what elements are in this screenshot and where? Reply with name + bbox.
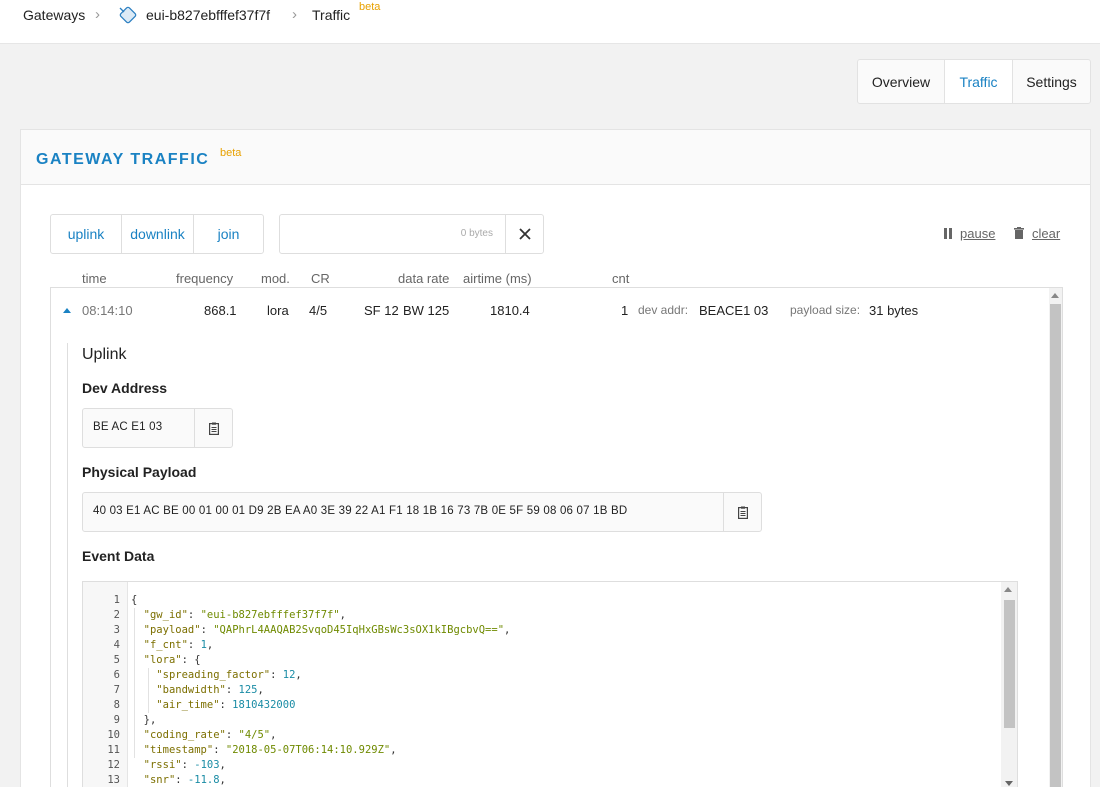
trash-icon[interactable] [1014, 227, 1024, 239]
breadcrumb-gateway-id[interactable]: eui-b827ebfffef37f7f [146, 7, 270, 23]
line-number: 1 [113, 594, 120, 606]
pause-button[interactable]: pause [960, 226, 995, 241]
line-number: 12 [107, 759, 120, 771]
tab-overview[interactable]: Overview [858, 60, 945, 103]
clear-button[interactable]: clear [1032, 226, 1060, 241]
column-header-frequency: frequency [176, 271, 234, 286]
row-cr: 4/5 [309, 303, 328, 318]
clipboard-icon[interactable] [194, 409, 232, 447]
event-data-editor[interactable]: 1 2 3 4 5 6 7 8 9 10 11 12 13 { "gw_id":… [82, 581, 1018, 787]
uplink-details: Uplink Dev Address BE AC E1 03 Physical … [67, 343, 1027, 787]
row-mod: lora [267, 303, 289, 318]
row-cnt: 1 [621, 303, 629, 318]
filter-join[interactable]: join [194, 215, 263, 253]
tab-settings[interactable]: Settings [1013, 60, 1090, 103]
event-data-label: Event Data [82, 548, 155, 564]
panel-title: GATEWAY TRAFFIC [36, 151, 210, 168]
column-header-time: time [82, 271, 107, 286]
line-number: 11 [107, 744, 120, 756]
editor-scrollbar[interactable] [1001, 582, 1017, 787]
panel-header: GATEWAY TRAFFIC beta [21, 130, 1090, 185]
column-header-cr: CR [311, 271, 330, 286]
dev-address-value: BE AC E1 03 [93, 421, 163, 433]
collapse-caret-icon[interactable] [63, 308, 71, 313]
editor-scroll-thumb[interactable] [1004, 600, 1015, 728]
line-number: 6 [113, 669, 120, 681]
filter-input[interactable]: 0 bytes [279, 214, 544, 254]
line-number: 7 [113, 684, 120, 696]
row-bw: BW 125 [403, 303, 450, 318]
table-scrollbar[interactable] [1049, 288, 1062, 787]
line-number: 10 [107, 729, 120, 741]
column-header-mod: mod. [261, 271, 290, 286]
beta-badge: beta [359, 1, 381, 13]
physical-payload-label: Physical Payload [82, 464, 197, 480]
row-dev-addr: BEACE1 03 [699, 303, 769, 318]
line-number: 5 [113, 654, 120, 666]
line-number: 4 [113, 639, 120, 651]
bytes-count: 0 bytes [460, 228, 493, 239]
dev-address-label: Dev Address [82, 380, 168, 396]
breadcrumb: Gateways › eui-b827ebfffef37f7f › Traffi… [0, 0, 1100, 44]
breadcrumb-traffic: Traffic [312, 7, 351, 23]
physical-payload-value: 40 03 E1 AC BE 00 01 00 01 D9 2B EA A0 3… [93, 505, 628, 517]
code-line: }, [143, 714, 157, 726]
column-header-airtime: airtime (ms) [463, 271, 532, 286]
code-line: "spreading_factor": 12, [156, 669, 302, 681]
physical-payload-field[interactable]: 40 03 E1 AC BE 00 01 00 01 D9 2B EA A0 3… [82, 492, 762, 532]
message-type-filter: uplink downlink join [50, 214, 264, 254]
clipboard-icon[interactable] [723, 493, 761, 531]
code-line: "payload": "QAPhrL4AAQAB2SvqoD45IqHxGBsW… [143, 624, 511, 636]
chevron-right-icon: › [292, 6, 297, 23]
filter-uplink[interactable]: uplink [51, 215, 122, 253]
gateway-icon [119, 6, 137, 24]
row-frequency: 868.1 [204, 303, 237, 318]
code-line: "bandwidth": 125, [156, 684, 264, 696]
beta-badge: beta [220, 147, 242, 159]
code-line: "air_time": 1810432000 [156, 699, 296, 711]
line-number: 3 [113, 624, 120, 636]
row-time: 08:14:10 [82, 303, 133, 318]
line-number: 13 [107, 774, 120, 786]
row-dev-addr-label: dev addr: [638, 303, 689, 317]
line-number-gutter: 1 2 3 4 5 6 7 8 9 10 11 12 13 [83, 582, 128, 787]
table-scroll-thumb[interactable] [1050, 304, 1061, 787]
code-line: "snr": -11.8, [143, 774, 226, 786]
code-line: "gw_id": "eui-b827ebfffef37f7f", [143, 609, 346, 621]
row-payload-size: 31 bytes [869, 303, 919, 318]
traffic-table: 08:14:10 868.1 lora 4/5 SF 12 BW 125 181… [50, 287, 1063, 787]
breadcrumb-gateways[interactable]: Gateways [23, 7, 85, 23]
filter-downlink[interactable]: downlink [122, 215, 194, 253]
tab-traffic[interactable]: Traffic [945, 60, 1013, 103]
column-header-data-rate: data rate [398, 271, 450, 286]
row-payload-size-label: payload size: [790, 303, 861, 317]
dev-address-field[interactable]: BE AC E1 03 [82, 408, 233, 448]
row-airtime: 1810.4 [490, 303, 530, 318]
tab-bar: Overview Traffic Settings [857, 59, 1091, 104]
code-line: { [131, 594, 138, 606]
scroll-down-icon[interactable] [1005, 781, 1013, 786]
close-icon[interactable] [505, 215, 543, 253]
chevron-right-icon: › [95, 6, 100, 23]
column-header-cnt: cnt [612, 271, 630, 286]
code-line: "rssi": -103, [143, 759, 226, 771]
line-number: 9 [113, 714, 120, 726]
scroll-up-icon[interactable] [1004, 587, 1012, 592]
pause-icon[interactable] [944, 228, 952, 239]
scroll-up-icon[interactable] [1051, 293, 1059, 298]
gateway-traffic-panel: GATEWAY TRAFFIC beta uplink downlink joi… [20, 129, 1091, 787]
details-title: Uplink [82, 346, 127, 363]
line-number: 8 [113, 699, 120, 711]
code-line: "f_cnt": 1, [143, 639, 214, 651]
row-sf: SF 12 [364, 303, 399, 318]
code-line: "lora": { [143, 654, 201, 666]
code-line: "timestamp": "2018-05-07T06:14:10.929Z", [143, 744, 397, 756]
code-line: "coding_rate": "4/5", [143, 729, 277, 741]
line-number: 2 [113, 609, 120, 621]
